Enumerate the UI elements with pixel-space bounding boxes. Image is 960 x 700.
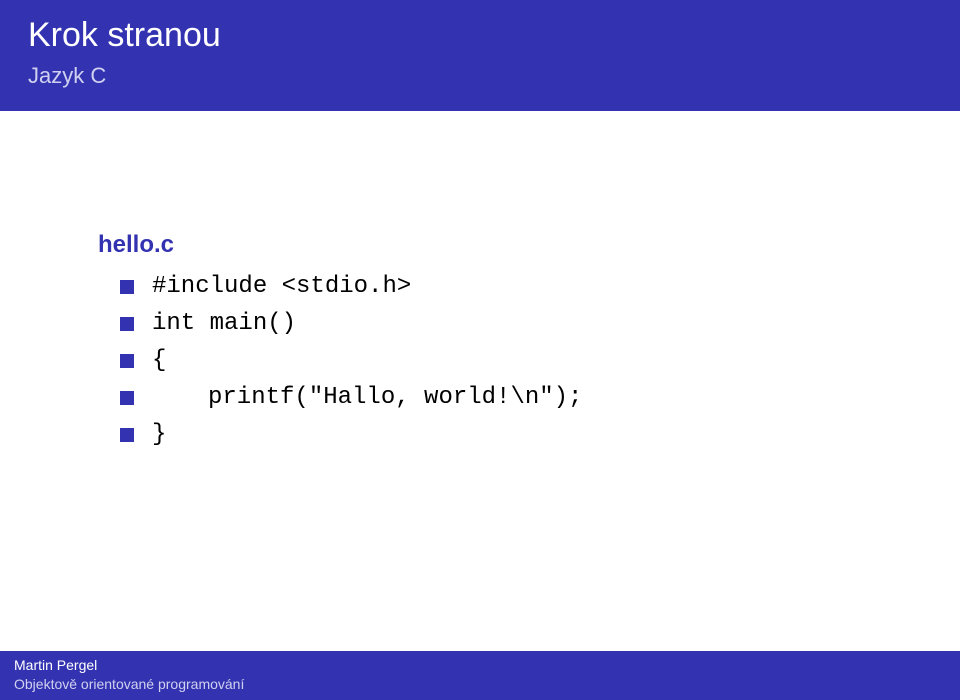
bullet-icon [120, 317, 134, 331]
footer-lecture: Objektově orientované programování [14, 676, 946, 692]
slide-title: Krok stranou [28, 16, 932, 55]
slide-header: Krok stranou Jazyk C [0, 0, 960, 111]
bullet-icon [120, 280, 134, 294]
slide-subtitle: Jazyk C [28, 63, 932, 89]
code-text: printf("Hallo, world!\n"); [152, 384, 582, 411]
code-list: #include <stdio.h> int main() { printf("… [60, 273, 900, 448]
filename-label: hello.c [98, 231, 900, 259]
bullet-icon [120, 391, 134, 405]
code-line: { [60, 347, 900, 374]
slide-footer: Martin Pergel Objektově orientované prog… [0, 651, 960, 700]
bullet-icon [120, 354, 134, 368]
slide-content: hello.c #include <stdio.h> int main() { … [0, 111, 960, 448]
code-line: printf("Hallo, world!\n"); [60, 384, 900, 411]
code-text: #include <stdio.h> [152, 273, 411, 300]
bullet-icon [120, 428, 134, 442]
code-line: #include <stdio.h> [60, 273, 900, 300]
code-text: } [152, 421, 166, 448]
code-line: } [60, 421, 900, 448]
code-line: int main() [60, 310, 900, 337]
footer-author: Martin Pergel [14, 657, 946, 673]
code-text: int main() [152, 310, 296, 337]
code-text: { [152, 347, 166, 374]
